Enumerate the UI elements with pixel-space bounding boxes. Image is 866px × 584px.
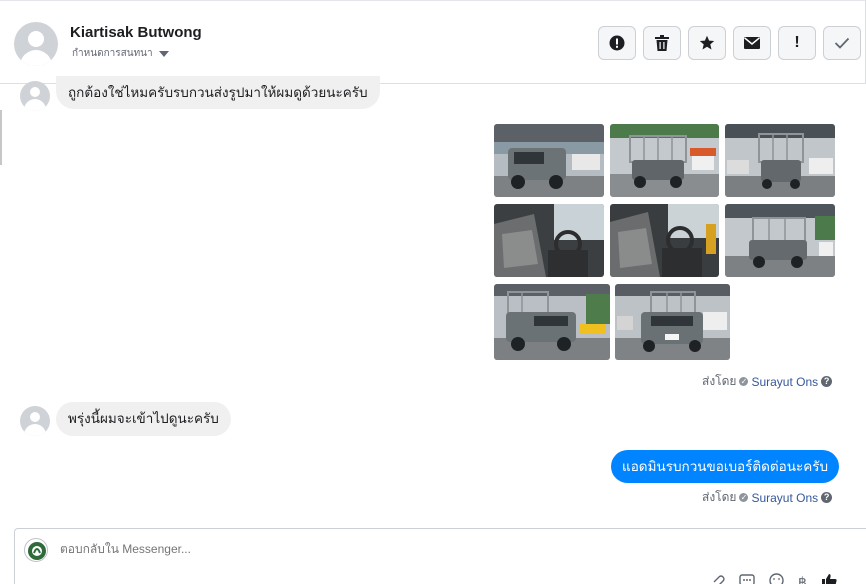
sent-by-label: ส่งโดย ✓ Surayut Ons ? bbox=[702, 488, 833, 507]
contact-avatar[interactable] bbox=[14, 22, 58, 66]
important-button[interactable]: ! bbox=[778, 26, 816, 60]
mark-spam-button[interactable] bbox=[598, 26, 636, 60]
sent-by-prefix: ส่งโดย bbox=[702, 490, 737, 504]
car-photo[interactable] bbox=[725, 204, 835, 277]
conversation-header: Kiartisak Butwong กำหนดการสนทนา ! bbox=[0, 0, 866, 84]
star-icon bbox=[699, 35, 715, 50]
message-bubble-incoming: พรุ่งนี้ผมจะเข้าไปดูนะครับ bbox=[56, 402, 231, 436]
message-bubble-outgoing: แอดมินรบกวนขอเบอร์ติดต่อนะครับ bbox=[611, 450, 840, 483]
baht-icon[interactable]: ฿ bbox=[798, 574, 807, 584]
car-photo[interactable] bbox=[494, 204, 604, 277]
message-bubble-incoming: ถูกต้องใช่ไหมครับรบกวนส่งรูปมาให้ผมดูด้ว… bbox=[56, 76, 380, 109]
help-icon[interactable]: ? bbox=[821, 492, 833, 503]
car-photo[interactable] bbox=[494, 284, 610, 360]
checkmark-icon bbox=[834, 37, 850, 49]
sent-by-label: ส่งโดย ✓ Surayut Ons ? bbox=[702, 372, 833, 391]
help-icon[interactable]: ? bbox=[821, 376, 833, 387]
emoji-icon[interactable] bbox=[769, 573, 784, 584]
car-photo[interactable] bbox=[494, 124, 604, 197]
mark-done-button[interactable] bbox=[823, 26, 861, 60]
customer-avatar bbox=[20, 406, 50, 436]
thumbs-up-icon[interactable] bbox=[821, 573, 837, 584]
user-check-icon: ✓ bbox=[739, 493, 749, 502]
sent-by-name[interactable]: Surayut Ons bbox=[751, 375, 818, 389]
car-photo[interactable] bbox=[610, 124, 719, 197]
trash-icon bbox=[655, 35, 669, 51]
conversation-toolbar: ! bbox=[598, 26, 861, 60]
alert-circle-icon bbox=[609, 35, 625, 51]
mark-unread-button[interactable] bbox=[733, 26, 771, 60]
caret-down-icon bbox=[158, 51, 169, 57]
conversation-status-dropdown[interactable]: กำหนดการสนทนา bbox=[72, 46, 169, 61]
car-photo[interactable] bbox=[725, 124, 835, 197]
car-photo[interactable] bbox=[615, 284, 730, 360]
star-button[interactable] bbox=[688, 26, 726, 60]
exclamation-icon: ! bbox=[794, 34, 800, 51]
saved-replies-icon[interactable] bbox=[739, 573, 755, 584]
page-logo bbox=[24, 538, 48, 562]
customer-avatar bbox=[20, 81, 50, 111]
sent-by-prefix: ส่งโดย bbox=[702, 374, 737, 388]
contact-name[interactable]: Kiartisak Butwong bbox=[70, 24, 202, 41]
delete-button[interactable] bbox=[643, 26, 681, 60]
sent-by-name[interactable]: Surayut Ons bbox=[751, 491, 818, 505]
car-photo[interactable] bbox=[610, 204, 719, 277]
scrollbar-thumb[interactable] bbox=[0, 110, 2, 165]
envelope-icon bbox=[744, 37, 760, 49]
reply-composer: ฿ bbox=[14, 528, 866, 584]
composer-tools: ฿ bbox=[711, 573, 837, 584]
conversation-status-label: กำหนดการสนทนา bbox=[72, 48, 153, 59]
user-check-icon: ✓ bbox=[739, 377, 749, 386]
paperclip-icon[interactable] bbox=[711, 574, 725, 584]
reply-input[interactable] bbox=[60, 542, 660, 556]
